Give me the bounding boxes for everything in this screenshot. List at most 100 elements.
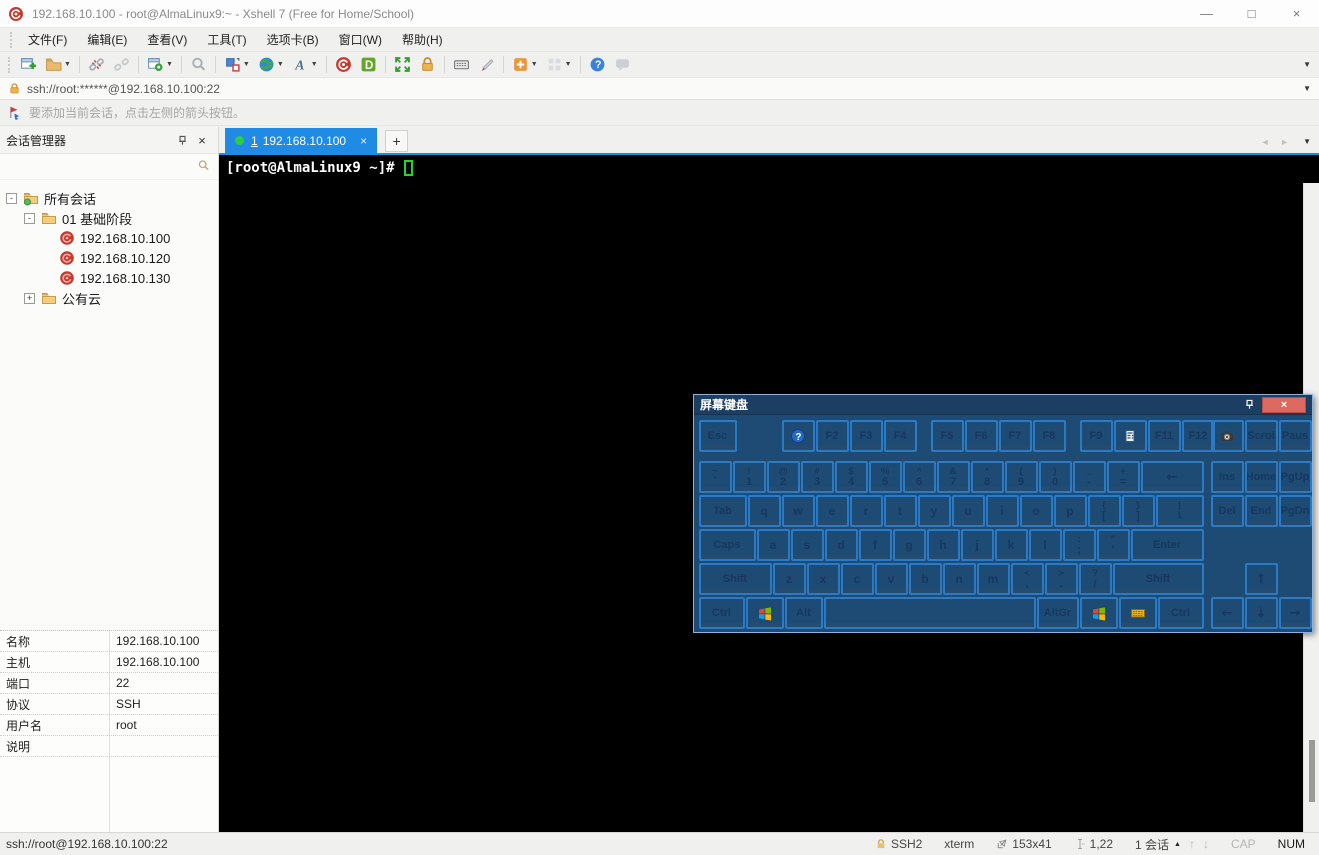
key-F5[interactable]: F5: [930, 420, 964, 452]
menu-item-v[interactable]: 查看(V): [137, 30, 197, 50]
key-1[interactable]: ! 1: [732, 461, 766, 493]
expand-icon[interactable]: +: [24, 292, 35, 304]
key-p[interactable]: p: [1053, 495, 1087, 527]
key-F7[interactable]: F7: [998, 420, 1032, 452]
key-'[interactable]: " ': [1096, 529, 1130, 561]
key-s[interactable]: s: [790, 529, 824, 561]
pen-button[interactable]: [475, 54, 498, 75]
key-f[interactable]: f: [858, 529, 892, 561]
key-→[interactable]: →: [1278, 597, 1312, 629]
key-a[interactable]: a: [756, 529, 790, 561]
address-input[interactable]: ssh://root:******@192.168.10.100:22: [27, 82, 1311, 96]
new-tab-button[interactable]: ▼: [509, 54, 541, 75]
key-F2[interactable]: F2: [815, 420, 849, 452]
key-t[interactable]: t: [883, 495, 917, 527]
collapse-icon[interactable]: -: [24, 212, 35, 224]
new-session-button[interactable]: [17, 54, 40, 75]
maximize-button[interactable]: □: [1229, 0, 1274, 27]
property-value[interactable]: 192.168.10.100: [110, 634, 218, 648]
key-F6[interactable]: F6: [964, 420, 998, 452]
menu-item-h[interactable]: 帮助(H): [392, 30, 453, 50]
key-↓[interactable]: ↓: [1244, 597, 1278, 629]
panel-close-icon[interactable]: ×: [192, 130, 212, 150]
key-x[interactable]: x: [806, 563, 840, 595]
xftp-button[interactable]: D: [357, 54, 380, 75]
key-n[interactable]: n: [942, 563, 976, 595]
keyboard-title-bar[interactable]: 屏幕键盘 ×: [694, 395, 1312, 415]
message-button[interactable]: [611, 54, 634, 75]
scroll-down-icon[interactable]: ↓: [1203, 837, 1209, 851]
key-End[interactable]: End: [1244, 495, 1278, 527]
search-icon[interactable]: [197, 159, 210, 175]
key-PgUp[interactable]: PgUp: [1278, 461, 1312, 493]
key-Del[interactable]: Del: [1210, 495, 1244, 527]
key-[[interactable]: {[: [1087, 495, 1121, 527]
key-m[interactable]: m: [976, 563, 1010, 595]
chevron-down-icon[interactable]: ▼: [243, 61, 250, 68]
key-/[interactable]: ? /: [1078, 563, 1112, 595]
key-d[interactable]: d: [824, 529, 858, 561]
key-←[interactable]: ←: [1140, 461, 1204, 493]
key-Enter[interactable]: Enter: [1130, 529, 1204, 561]
key-o[interactable]: o: [1019, 495, 1053, 527]
address-caret-icon[interactable]: ▼: [1303, 84, 1311, 93]
key-Ins[interactable]: Ins: [1210, 461, 1244, 493]
menu-item-b[interactable]: 选项卡(B): [257, 30, 329, 50]
close-button[interactable]: ×: [1274, 0, 1319, 27]
win-logo-key[interactable]: [745, 597, 784, 629]
key-5[interactable]: % 5: [868, 461, 902, 493]
scrollbar-thumb[interactable]: [1309, 740, 1315, 802]
open-folder-button[interactable]: ▼: [42, 54, 74, 75]
key-Shift[interactable]: Shift: [698, 563, 772, 595]
key-Home[interactable]: Home: [1244, 461, 1278, 493]
key-4[interactable]: $4: [834, 461, 868, 493]
prtscn-camera-key[interactable]: [1210, 420, 1244, 452]
key-e[interactable]: e: [815, 495, 849, 527]
f1-help-key[interactable]: ?: [781, 420, 815, 452]
tab-nav-arrows[interactable]: ◄ ►: [1261, 137, 1293, 147]
disconnect-button[interactable]: [85, 54, 108, 75]
find-button[interactable]: [187, 54, 210, 75]
win-logo-key[interactable]: [1079, 597, 1118, 629]
key-Ctrl[interactable]: Ctrl: [698, 597, 745, 629]
key--[interactable]: _ -: [1072, 461, 1106, 493]
scroll-up-icon[interactable]: ↑: [1189, 837, 1195, 851]
tabbar-caret-icon[interactable]: ▼: [1303, 137, 1311, 146]
tree-item----[interactable]: + 公有云: [6, 288, 218, 308]
key-,[interactable]: <,: [1010, 563, 1044, 595]
collapse-icon[interactable]: -: [6, 192, 17, 204]
key-↑[interactable]: ↑: [1244, 563, 1278, 595]
key-Shift[interactable]: Shift: [1112, 563, 1204, 595]
key-6[interactable]: ^ 6: [902, 461, 936, 493]
key-z[interactable]: z: [772, 563, 806, 595]
reconnect-button[interactable]: [110, 54, 133, 75]
key-F4[interactable]: F4: [883, 420, 917, 452]
key-9[interactable]: (9: [1004, 461, 1038, 493]
key-3[interactable]: #3: [800, 461, 834, 493]
key-F8[interactable]: F8: [1032, 420, 1066, 452]
layout-button[interactable]: ▼: [221, 54, 253, 75]
chevron-down-icon[interactable]: ▼: [64, 61, 71, 68]
key-Alt[interactable]: Alt: [784, 597, 823, 629]
key-g[interactable]: g: [892, 529, 926, 561]
menu-item-e[interactable]: 编辑(E): [77, 30, 137, 50]
key-Paus[interactable]: Paus: [1278, 420, 1312, 452]
lock-button[interactable]: [416, 54, 439, 75]
keyboard-close-button[interactable]: ×: [1262, 396, 1306, 413]
status-session-count[interactable]: 1 会话 ▲: [1135, 836, 1181, 853]
session-properties-button[interactable]: ▼: [144, 54, 176, 75]
key-F9[interactable]: F9: [1079, 420, 1113, 452]
key-j[interactable]: j: [960, 529, 994, 561]
tab-session[interactable]: 1 192.168.10.100 ×: [225, 128, 378, 153]
menu-key-key[interactable]: [1118, 597, 1157, 629]
chevron-down-icon[interactable]: ▼: [166, 61, 173, 68]
tree-item-192.168.10.130[interactable]: 192.168.10.130: [6, 268, 218, 288]
key-0[interactable]: ) 0: [1038, 461, 1072, 493]
key-w[interactable]: w: [781, 495, 815, 527]
chevron-down-icon[interactable]: ▼: [311, 61, 318, 68]
key-][interactable]: }]: [1121, 495, 1155, 527]
key-\[interactable]: | \: [1155, 495, 1204, 527]
key-c[interactable]: c: [840, 563, 874, 595]
menu-item-w[interactable]: 窗口(W): [329, 30, 392, 50]
chevron-down-icon[interactable]: ▼: [277, 61, 284, 68]
